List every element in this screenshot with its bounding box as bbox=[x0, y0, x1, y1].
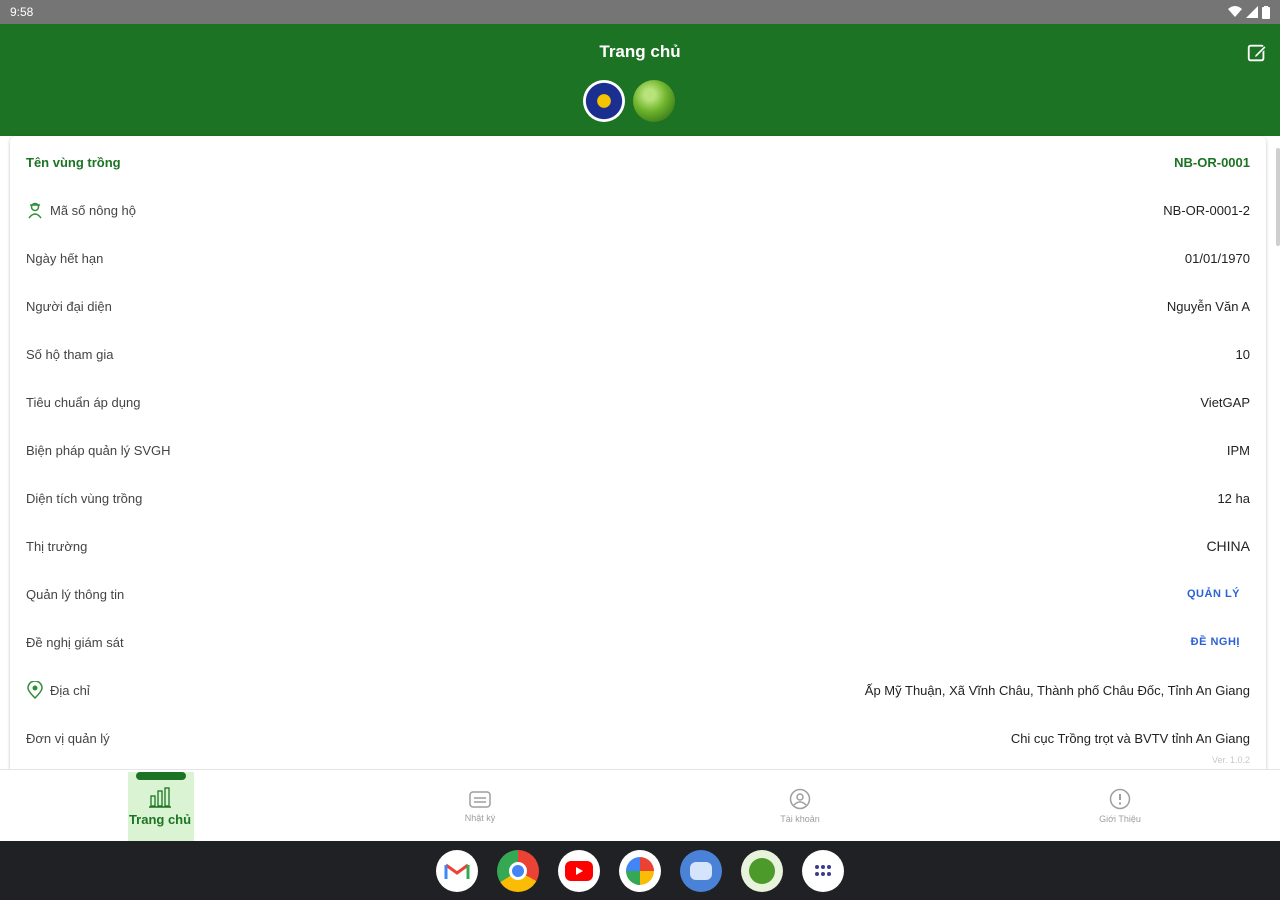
request-button[interactable]: ĐỀ NGHỊ bbox=[1191, 636, 1250, 648]
app-header: Trang chủ bbox=[0, 24, 1280, 136]
row-value: Nguyễn Văn A bbox=[1166, 298, 1250, 314]
app-drawer-icon[interactable] bbox=[802, 849, 844, 892]
row-de-nghi-giam-sat: Đề nghị giám sát ĐỀ NGHỊ bbox=[10, 618, 1266, 666]
row-label: Tiêu chuẩn áp dụng bbox=[26, 394, 141, 410]
row-value: 10 bbox=[1235, 346, 1250, 362]
row-value: IPM bbox=[1226, 442, 1250, 458]
wifi-icon bbox=[1228, 6, 1242, 17]
youtube-icon[interactable] bbox=[558, 849, 600, 892]
home-chart-icon bbox=[149, 786, 171, 808]
manage-button[interactable]: QUẢN LÝ bbox=[1187, 588, 1250, 600]
system-dock bbox=[0, 841, 1280, 900]
edit-icon[interactable] bbox=[1246, 42, 1268, 64]
row-value: NB-OR-0001-2 bbox=[1163, 202, 1250, 218]
row-ten-vung-trong: Tên vùng trồng NB-OR-0001 bbox=[10, 138, 1266, 186]
row-dien-tich: Diện tích vùng trồng 12 ha bbox=[10, 474, 1266, 522]
scrollbar[interactable] bbox=[1276, 148, 1280, 246]
row-so-ho-tham-gia: Số hộ tham gia 10 bbox=[10, 330, 1266, 378]
row-nguoi-dai-dien: Người đại diện Nguyễn Văn A bbox=[10, 282, 1266, 330]
row-label: Thị trường bbox=[26, 538, 88, 554]
nav-label: Tài khoản bbox=[780, 814, 820, 824]
row-don-vi-quan-ly: Đơn vị quản lý Chi cục Trồng trọt và BVT… bbox=[10, 714, 1266, 762]
location-pin-icon bbox=[27, 681, 43, 699]
nav-account[interactable]: Tài khoản bbox=[640, 770, 960, 842]
row-thi-truong: Thị trường CHINA bbox=[10, 522, 1266, 570]
photos-icon[interactable] bbox=[619, 849, 661, 892]
app-logo bbox=[633, 80, 675, 122]
row-value: Chi cục Trồng trọt và BVTV tỉnh An Giang bbox=[1010, 730, 1250, 746]
nav-label: Giới Thiệu bbox=[1099, 814, 1141, 824]
row-label: Mã số nông hộ bbox=[50, 202, 137, 218]
row-tieu-chuan: Tiêu chuẩn áp dụng VietGAP bbox=[10, 378, 1266, 426]
journal-icon bbox=[469, 791, 491, 808]
department-logo bbox=[583, 80, 625, 122]
messages-icon[interactable] bbox=[680, 849, 722, 892]
status-icons bbox=[1228, 5, 1270, 19]
row-value: VietGAP bbox=[1200, 394, 1250, 410]
row-label: Quản lý thông tin bbox=[26, 586, 125, 602]
info-icon bbox=[1109, 788, 1131, 810]
row-label: Tên vùng trồng bbox=[26, 154, 121, 170]
info-card: Tên vùng trồng NB-OR-0001 Mã số nông hộ … bbox=[10, 136, 1266, 769]
nav-about[interactable]: Giới Thiệu bbox=[960, 770, 1280, 842]
nav-journal[interactable]: Nhật ký bbox=[320, 770, 640, 842]
row-value: CHINA bbox=[1206, 538, 1250, 554]
row-value: 12 ha bbox=[1217, 490, 1250, 506]
row-ngay-het-han: Ngày hết hạn 01/01/1970 bbox=[10, 234, 1266, 282]
row-label-wrap: Mã số nông hộ bbox=[26, 201, 136, 219]
row-label: Người đại diện bbox=[26, 298, 112, 314]
row-label: Diện tích vùng trồng bbox=[26, 490, 143, 506]
row-value: 01/01/1970 bbox=[1184, 250, 1250, 266]
nav-label: Trang chủ bbox=[128, 811, 192, 827]
row-label: Ngày hết hạn bbox=[26, 250, 104, 266]
row-label: Đề nghị giám sát bbox=[26, 634, 124, 650]
gmail-icon[interactable] bbox=[436, 849, 478, 892]
row-ma-so-nong-ho: Mã số nông hộ NB-OR-0001-2 bbox=[10, 186, 1266, 234]
page-title: Trang chủ bbox=[599, 42, 681, 61]
battery-icon bbox=[1262, 5, 1270, 19]
bottom-nav: Trang chủ Nhật ký Tài khoản Giới Thiệu bbox=[0, 769, 1280, 842]
row-label: Biện pháp quản lý SVGH bbox=[26, 442, 171, 458]
row-quan-ly-thong-tin: Quản lý thông tin QUẢN LÝ bbox=[10, 570, 1266, 618]
row-bien-phap: Biện pháp quản lý SVGH IPM bbox=[10, 426, 1266, 474]
row-dia-chi: Địa chỉ Ấp Mỹ Thuận, Xã Vĩnh Châu, Thành… bbox=[10, 666, 1266, 714]
chrome-icon[interactable] bbox=[497, 849, 539, 892]
account-icon bbox=[789, 788, 811, 810]
row-value: Ấp Mỹ Thuận, Xã Vĩnh Châu, Thành phố Châ… bbox=[864, 682, 1250, 698]
farmer-icon bbox=[28, 202, 42, 219]
row-value: NB-OR-0001 bbox=[1174, 154, 1250, 170]
row-label: Số hộ tham gia bbox=[26, 346, 114, 362]
status-bar: 9:58 bbox=[0, 0, 1280, 24]
logos bbox=[583, 80, 675, 122]
app-tree-icon[interactable] bbox=[741, 849, 783, 892]
nav-home[interactable]: Trang chủ bbox=[0, 770, 320, 842]
signal-icon bbox=[1246, 6, 1258, 18]
status-time: 9:58 bbox=[10, 5, 34, 19]
version-text: Ver. 1.0.2 bbox=[1211, 755, 1250, 765]
nav-label: Nhật ký bbox=[464, 813, 496, 823]
row-label-wrap: Địa chỉ bbox=[26, 681, 90, 699]
row-label: Địa chỉ bbox=[50, 682, 90, 698]
row-label: Đơn vị quản lý bbox=[26, 730, 110, 746]
